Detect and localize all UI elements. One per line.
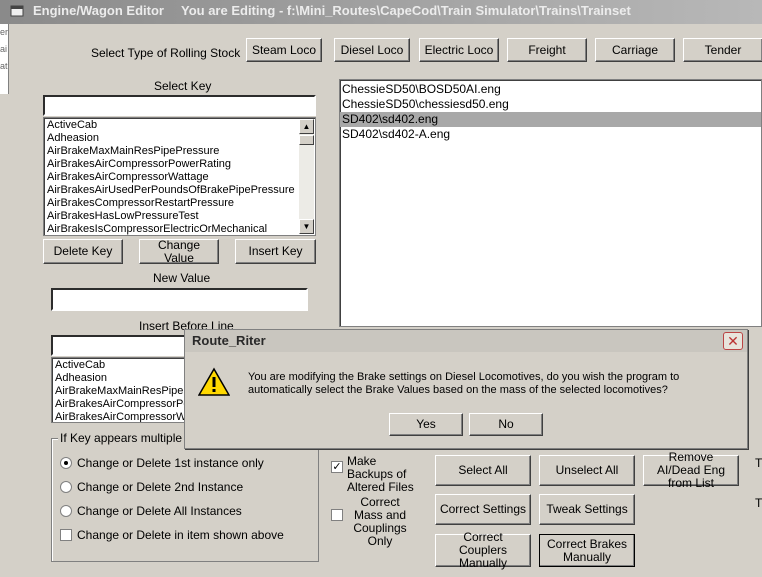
radio-2nd-instance[interactable] — [60, 481, 72, 493]
carriage-button[interactable]: Carriage — [595, 38, 675, 62]
close-icon[interactable]: ✕ — [723, 332, 743, 350]
select-all-button[interactable]: Select All — [435, 455, 531, 486]
insert-before-input[interactable] — [51, 335, 191, 356]
item-shown-checkbox-label[interactable]: Change or Delete in item shown above — [77, 528, 284, 542]
warning-icon — [198, 367, 230, 396]
correct-mass-label[interactable]: Correct Mass and Couplings Only — [347, 496, 413, 548]
no-button[interactable]: No — [469, 413, 543, 436]
list-item[interactable]: AirBrakeMaxMainResPipePressure — [44, 145, 315, 158]
radio-all-instances-label[interactable]: Change or Delete All Instances — [77, 504, 242, 518]
list-item[interactable]: AirBrakesCompressorRestartPressure — [44, 197, 315, 210]
new-value-input[interactable] — [51, 288, 308, 311]
diesel-loco-button[interactable]: Diesel Loco — [334, 38, 410, 62]
list-item[interactable]: Adheasion — [44, 132, 315, 145]
insert-before-list[interactable]: ActiveCab Adheasion AirBrakeMaxMainResPi… — [51, 357, 191, 423]
freight-button[interactable]: Freight — [507, 38, 587, 62]
app-icon — [10, 5, 24, 17]
radio-1st-instance-label[interactable]: Change or Delete 1st instance only — [77, 456, 264, 470]
list-item[interactable]: ChessieSD50\BOSD50AI.eng — [340, 82, 761, 97]
dialog-message: You are modifying the Brake settings on … — [248, 371, 680, 396]
correct-couplers-button[interactable]: Correct Couplers Manually — [435, 531, 531, 570]
list-item[interactable]: AirBrakesHasLowPressureTest — [44, 210, 315, 223]
radio-2nd-instance-label[interactable]: Change or Delete 2nd Instance — [77, 480, 243, 494]
key-list-scrollbar[interactable]: ▲ ▼ — [299, 119, 314, 234]
insert-key-button[interactable]: Insert Key — [235, 239, 316, 264]
remove-ai-button[interactable]: Remove AI/Dead Eng from List — [643, 451, 739, 490]
scroll-down-icon[interactable]: ▼ — [299, 219, 314, 234]
multiple-times-label: If Key appears multiple times — [58, 431, 184, 445]
select-key-input[interactable] — [43, 95, 316, 116]
change-value-button[interactable]: Change Value — [139, 238, 219, 264]
make-backups-label[interactable]: Make Backups of Altered Files — [347, 455, 423, 494]
list-item[interactable]: AirBrakesAirCompressorPowerRating — [44, 158, 315, 171]
window-title: Engine/Wagon Editor — [33, 3, 164, 18]
radio-1st-instance[interactable] — [60, 457, 72, 469]
dialog-title: Route_Riter — [185, 330, 747, 352]
delete-key-button[interactable]: Delete Key — [43, 239, 123, 264]
tender-button[interactable]: Tender — [683, 38, 762, 62]
item-shown-checkbox[interactable] — [60, 529, 72, 541]
correct-mass-checkbox[interactable] — [331, 509, 343, 521]
scroll-up-icon[interactable]: ▲ — [299, 119, 314, 134]
list-item[interactable]: AirBrakesAirCompressorWa — [52, 411, 190, 422]
list-item[interactable]: AirBrakesAirCompressorPow — [52, 398, 190, 411]
list-item[interactable]: ChessieSD50\chessiesd50.eng — [340, 97, 761, 112]
list-item-selected[interactable]: SD402\sd402.eng — [340, 112, 761, 127]
unselect-all-button[interactable]: Unselect All — [539, 455, 635, 486]
file-list[interactable]: ChessieSD50\BOSD50AI.eng ChessieSD50\che… — [339, 79, 762, 327]
steam-loco-button[interactable]: Steam Loco — [246, 38, 322, 62]
editing-path: You are Editing - f:\Mini_Routes\CapeCod… — [181, 3, 631, 18]
right-edge-text: T — [755, 496, 762, 510]
route-riter-dialog: Route_Riter ✕ You are modifying the Brak… — [184, 329, 748, 449]
list-item[interactable]: AirBrakesAirCompressorWattage — [44, 171, 315, 184]
background-window-strip: er ai at — [0, 24, 9, 94]
right-edge-text: T — [755, 456, 762, 470]
list-item[interactable]: ActiveCab — [52, 359, 190, 372]
correct-settings-button[interactable]: Correct Settings — [435, 494, 531, 525]
list-item[interactable]: ActiveCab — [44, 119, 315, 132]
rolling-stock-label: Select Type of Rolling Stock — [91, 46, 241, 60]
list-item[interactable]: SD402\sd402-A.eng — [340, 127, 761, 142]
key-list[interactable]: ActiveCab Adheasion AirBrakeMaxMainResPi… — [43, 117, 316, 236]
make-backups-checkbox[interactable]: ✓ — [331, 461, 343, 473]
list-item[interactable]: AirBrakesAirUsedPerPoundsOfBrakePipePres… — [44, 184, 315, 197]
scroll-thumb[interactable] — [299, 135, 314, 145]
list-item[interactable]: AirBrakeMaxMainResPipeF — [52, 385, 190, 398]
electric-loco-button[interactable]: Electric Loco — [419, 38, 499, 62]
new-value-label: New Value — [153, 271, 211, 285]
yes-button[interactable]: Yes — [389, 413, 463, 436]
select-key-label: Select Key — [154, 79, 212, 93]
correct-brakes-button[interactable]: Correct Brakes Manually — [539, 534, 635, 567]
list-item[interactable]: AirBrakesIsCompressorElectricOrMechanica… — [44, 223, 315, 235]
radio-all-instances[interactable] — [60, 505, 72, 517]
title-bar: Engine/Wagon Editor You are Editing - f:… — [0, 0, 762, 24]
list-item[interactable]: Adheasion — [52, 372, 190, 385]
tweak-settings-button[interactable]: Tweak Settings — [539, 494, 635, 525]
